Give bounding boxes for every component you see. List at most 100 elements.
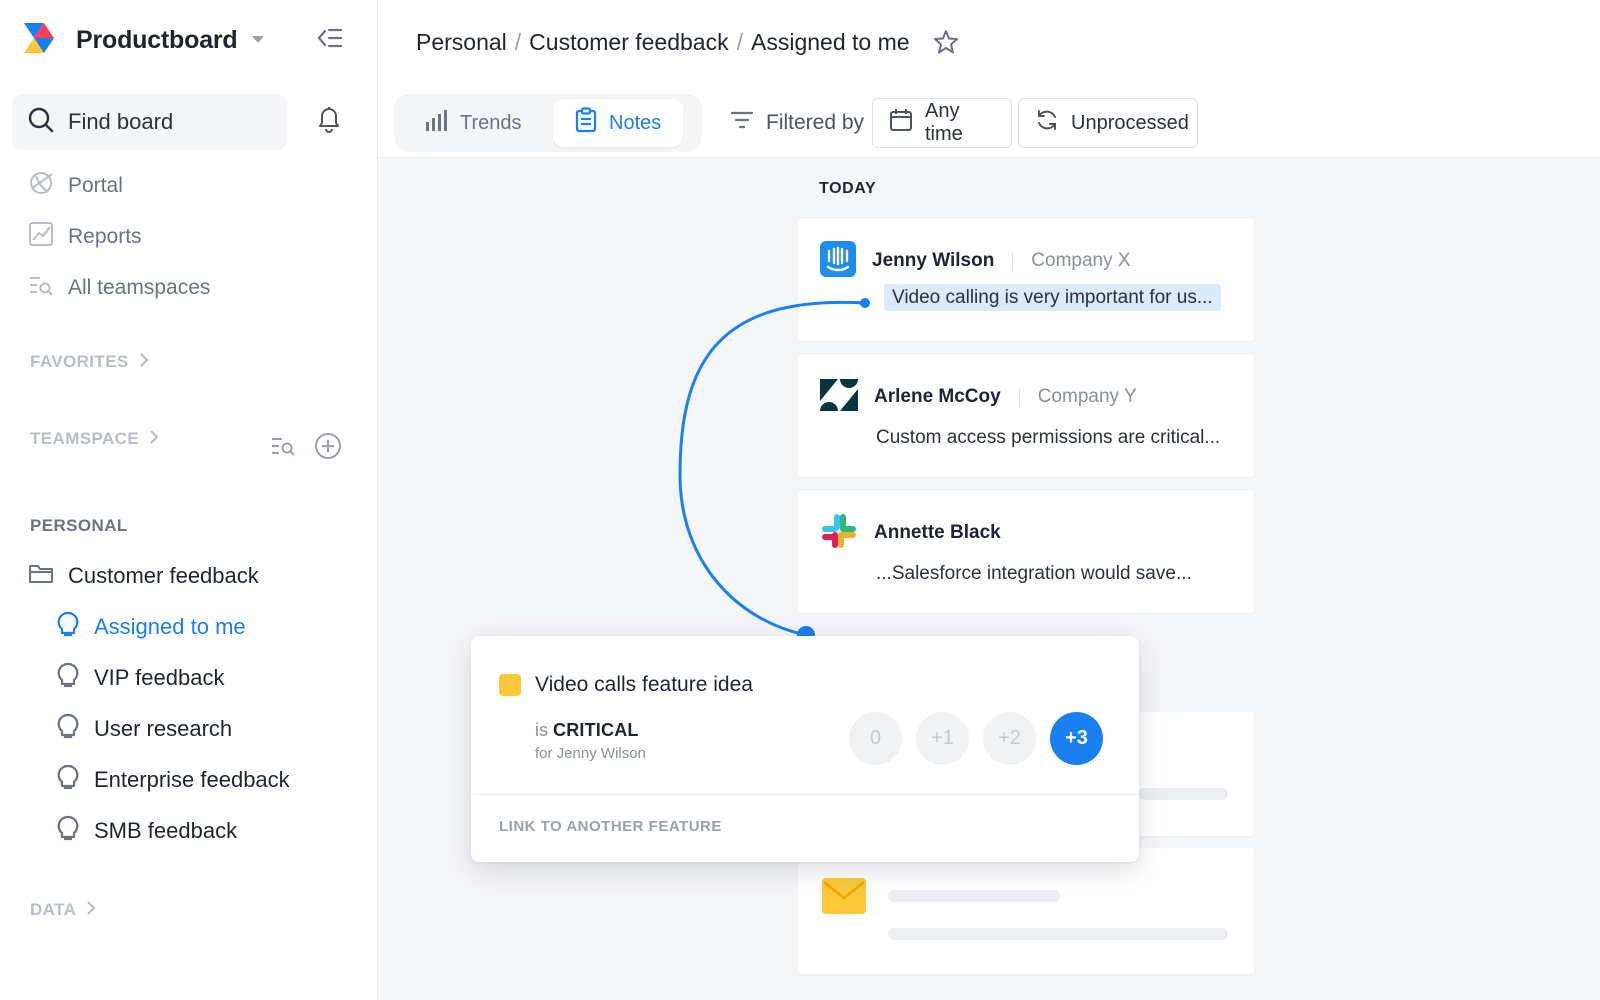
refresh-icon <box>1035 108 1059 138</box>
board-enterprise-feedback[interactable]: Enterprise feedback <box>56 762 290 798</box>
breadcrumb-assigned-to-me[interactable]: Assigned to me <box>751 29 910 56</box>
importance-line: is CRITICAL <box>535 720 646 741</box>
board-smb-feedback[interactable]: SMB feedback <box>56 813 237 849</box>
breadcrumb-personal[interactable]: Personal <box>416 29 507 56</box>
highlighted-text[interactable]: Video calling is very important for us..… <box>884 284 1221 311</box>
importance-value: CRITICAL <box>553 720 639 740</box>
note-divider <box>1018 388 1020 406</box>
caret-down-icon <box>251 31 264 49</box>
collapse-sidebar-button[interactable] <box>314 24 346 56</box>
note-header: Jenny Wilson Company X <box>820 240 1131 282</box>
folder-customer-feedback[interactable]: Customer feedback <box>28 558 259 594</box>
feature-link-popup: Video calls feature idea is CRITICAL for… <box>471 636 1139 862</box>
folder-icon <box>28 562 54 590</box>
nav-portal[interactable]: Portal <box>28 168 123 204</box>
favorites-label: FAVORITES <box>30 352 129 371</box>
tab-trends-label: Trends <box>460 111 522 134</box>
slack-icon <box>820 512 858 555</box>
data-section[interactable]: DATA <box>30 898 96 922</box>
personal-label: PERSONAL <box>30 516 128 535</box>
popup-title-row[interactable]: Video calls feature idea <box>499 670 753 700</box>
time-filter-chip[interactable]: Any time <box>872 98 1012 148</box>
collapse-sidebar-icon <box>317 27 343 54</box>
board-label: Enterprise feedback <box>94 767 290 792</box>
skeleton-line <box>888 928 1228 940</box>
lightbulb-icon <box>56 764 80 796</box>
score-0-button[interactable]: 0 <box>849 712 902 765</box>
importance-prefix: is <box>535 720 548 740</box>
bar-chart-icon <box>424 108 448 138</box>
note-card[interactable]: Annette Black ...Salesforce integration … <box>798 491 1254 613</box>
board-label: SMB feedback <box>94 818 238 843</box>
time-filter-label: Any time <box>925 100 963 145</box>
search-teamspaces-icon[interactable] <box>270 435 296 462</box>
note-company: Company Y <box>1037 386 1137 407</box>
nav-reports[interactable]: Reports <box>28 219 142 255</box>
teamspace-actions <box>270 432 342 465</box>
brand[interactable]: Productboard <box>24 22 264 58</box>
note-author: Arlene McCoy <box>874 386 1001 407</box>
bell-icon <box>316 105 342 138</box>
skeleton-line <box>1138 788 1228 800</box>
teamspace-label: TEAMSPACE <box>30 429 140 448</box>
teamspace-section[interactable]: TEAMSPACE <box>30 427 159 451</box>
sidebar: Productboard Find board Portal Reports A… <box>0 0 378 1000</box>
note-card[interactable]: Arlene McCoy Company Y Custom access per… <box>798 355 1254 477</box>
link-another-feature-button[interactable]: LINK TO ANOTHER FEATURE <box>499 818 722 835</box>
folder-label: Customer feedback <box>68 563 259 588</box>
popup-divider <box>471 794 1139 795</box>
tab-trends[interactable]: Trends <box>402 99 544 147</box>
productboard-logo-icon <box>24 22 64 58</box>
chevron-right-icon <box>86 900 96 921</box>
search-icon <box>28 107 54 138</box>
intercom-icon <box>820 240 856 282</box>
board-vip-feedback[interactable]: VIP feedback <box>56 660 224 696</box>
chevron-right-icon <box>149 429 159 450</box>
favorite-star-icon[interactable] <box>932 28 960 56</box>
personal-section: PERSONAL <box>30 514 128 538</box>
brand-name: Productboard <box>76 25 238 54</box>
importance-summary: is CRITICAL for Jenny Wilson <box>535 720 646 762</box>
status-filter-chip[interactable]: Unprocessed <box>1018 98 1198 148</box>
note-body: ...Salesforce integration would save... <box>876 563 1192 584</box>
portal-icon <box>28 170 54 202</box>
lightbulb-icon <box>56 662 80 694</box>
filter-label: Filtered by <box>766 111 865 134</box>
nav-reports-label: Reports <box>68 225 142 248</box>
score-3-button[interactable]: +3 <box>1050 712 1103 765</box>
importance-for: for Jenny Wilson <box>535 745 646 762</box>
board-user-research[interactable]: User research <box>56 711 232 747</box>
favorites-section[interactable]: FAVORITES <box>30 350 149 374</box>
tab-notes[interactable]: Notes <box>553 99 684 147</box>
breadcrumb-customer-feedback[interactable]: Customer feedback <box>529 29 728 56</box>
notifications-button[interactable] <box>312 104 346 138</box>
note-divider <box>1012 252 1014 270</box>
note-author: Annette Black <box>874 522 1001 543</box>
topbar: Personal / Customer feedback / Assigned … <box>378 0 1600 158</box>
find-board-input[interactable]: Find board <box>12 94 287 150</box>
lightbulb-icon <box>56 611 80 643</box>
find-board-placeholder: Find board <box>68 109 174 134</box>
nav-portal-label: Portal <box>68 174 123 197</box>
envelope-icon <box>822 876 866 921</box>
board-assigned-to-me[interactable]: Assigned to me <box>56 609 246 645</box>
note-card[interactable]: Jenny Wilson Company X Video calling is … <box>798 219 1254 341</box>
lightbulb-icon <box>56 713 80 745</box>
view-toggle: Trends Notes <box>394 94 702 152</box>
nav-all-teamspaces[interactable]: All teamspaces <box>28 270 210 306</box>
clipboard-icon <box>575 107 597 139</box>
zendesk-icon <box>820 378 858 416</box>
score-2-button[interactable]: +2 <box>983 712 1036 765</box>
calendar-icon <box>889 108 913 138</box>
skeleton-line <box>888 890 1060 902</box>
note-card-placeholder[interactable] <box>798 848 1254 974</box>
breadcrumb-separator: / <box>514 28 522 55</box>
score-1-button[interactable]: +1 <box>916 712 969 765</box>
note-header: Arlene McCoy Company Y <box>820 377 1137 417</box>
breadcrumb-separator: / <box>736 28 743 55</box>
note-body: Video calling is very important for us..… <box>884 284 1221 311</box>
feature-title: Video calls feature idea <box>535 673 753 696</box>
add-teamspace-icon[interactable] <box>314 432 342 465</box>
feature-square-icon <box>499 674 521 696</box>
filter-button[interactable]: Filtered by <box>730 104 864 142</box>
